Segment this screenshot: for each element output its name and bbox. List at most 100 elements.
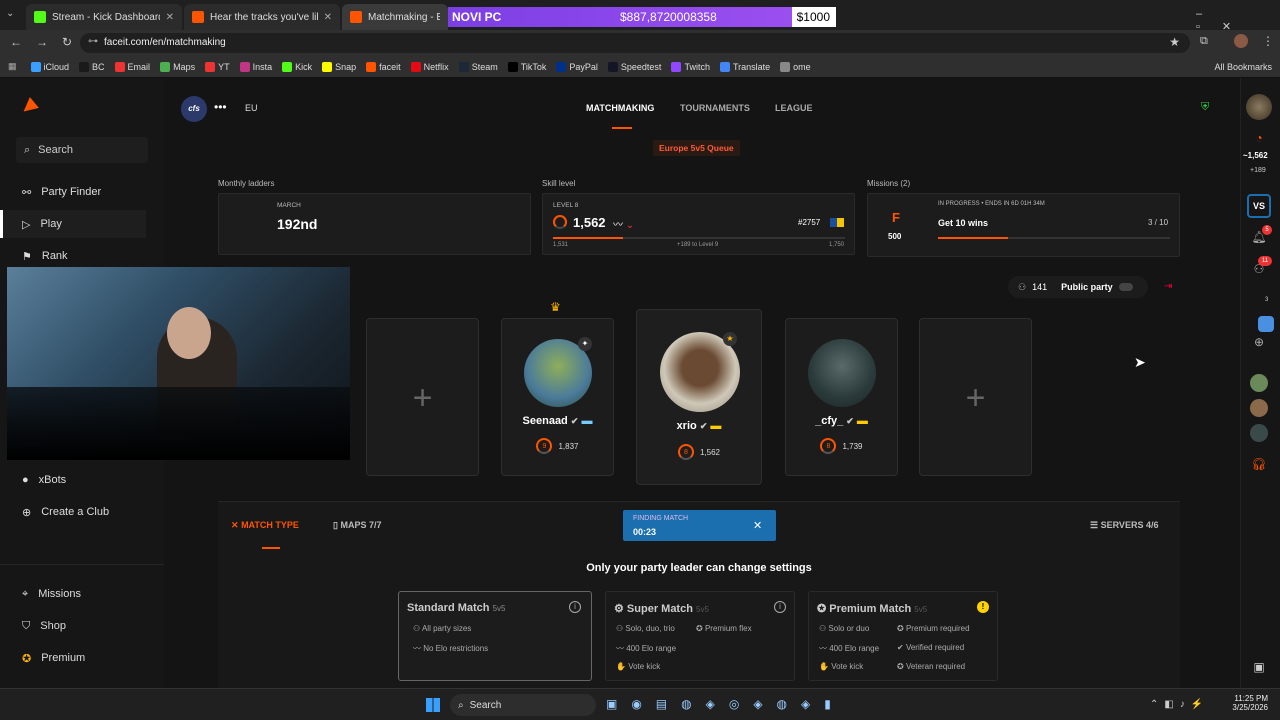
empty-slot[interactable]: + bbox=[366, 318, 479, 476]
all-bookmarks[interactable]: All Bookmarks bbox=[1214, 62, 1272, 72]
bookmark-item[interactable]: faceit bbox=[366, 61, 401, 72]
faceit-logo-icon[interactable] bbox=[19, 97, 39, 117]
address-bar-row: ←→↻ ⊶ faceit.com/en/matchmaking ★ ⧉ ⋮ bbox=[0, 30, 1280, 56]
tab-search-icon[interactable]: ⌄ bbox=[6, 8, 14, 19]
nav-buttons[interactable]: ←→↻ bbox=[10, 35, 86, 49]
bookmark-item[interactable]: TikTok bbox=[507, 61, 546, 72]
bookmark-item[interactable]: Insta bbox=[239, 61, 272, 72]
bookmark-item[interactable]: Email bbox=[114, 61, 150, 72]
leave-party-icon[interactable]: ⇥ bbox=[1164, 281, 1172, 292]
player-card-self[interactable]: ★ xrio ✔ ▬ 8 1,562 bbox=[636, 309, 762, 485]
level-gauge-icon: ◔ bbox=[1255, 131, 1263, 145]
profile-avatar[interactable] bbox=[1234, 34, 1248, 48]
region-selector[interactable]: EU bbox=[245, 103, 258, 113]
ladder-card[interactable]: MARCH 192nd bbox=[218, 193, 531, 255]
bookmark-item[interactable]: Steam bbox=[458, 61, 498, 72]
public-party-control[interactable]: ⚇ 141 Public party bbox=[1008, 276, 1148, 298]
player-card[interactable]: _cfy_ ✔ ▬ 8 1,739 bbox=[785, 318, 898, 476]
headset-icon[interactable]: 🎧︎ bbox=[1250, 457, 1268, 475]
anticheat-shield-icon[interactable]: ⛨ bbox=[1201, 101, 1209, 114]
taskbar-search[interactable]: ⌕ Search bbox=[450, 694, 596, 716]
sidebar-item-missions[interactable]: ⌖ Missions bbox=[0, 580, 164, 608]
bookmark-item[interactable]: Twitch bbox=[671, 61, 710, 72]
menu-icon[interactable]: ⋮ bbox=[1262, 34, 1274, 48]
club-badge[interactable]: cfs bbox=[181, 96, 207, 122]
warning-icon[interactable]: ! bbox=[977, 601, 989, 613]
tab-maps[interactable]: ▯ MAPS 7/7 bbox=[333, 520, 381, 531]
clock[interactable]: 11:25 PM 3/25/2026 bbox=[1222, 694, 1268, 712]
bookmark-star-icon[interactable]: ★ bbox=[1169, 35, 1180, 49]
mode-card-premium[interactable]: ✪ Premium Match 5v5 ! ⚇ Solo or duo ✪ Pr… bbox=[808, 591, 998, 681]
public-party-toggle[interactable] bbox=[1118, 283, 1133, 291]
bookmark-item[interactable]: ome bbox=[780, 61, 811, 72]
mode-feature: 〰 400 Elo range bbox=[819, 644, 880, 653]
streamer-head bbox=[167, 307, 211, 359]
party-count: 141 bbox=[1032, 282, 1048, 292]
bookmark-item[interactable]: Netflix bbox=[410, 61, 449, 72]
finding-timer: 00:23 bbox=[633, 527, 657, 537]
mode-feature: ✋ Vote kick bbox=[819, 662, 864, 671]
bookmark-label: faceit bbox=[379, 61, 401, 72]
user-avatar[interactable] bbox=[1246, 94, 1272, 120]
mode-card-standard[interactable]: Standard Match 5v5 i ⚇ All party sizes 〰… bbox=[398, 591, 592, 681]
bookmark-item[interactable]: BC bbox=[79, 61, 105, 72]
skill-card[interactable]: LEVEL 8 1,562 〰 ⌄ #2757 1,531 +189 to Le… bbox=[542, 193, 855, 255]
party-member-avatar[interactable] bbox=[1250, 424, 1268, 442]
info-icon[interactable]: i bbox=[569, 601, 581, 613]
sidebar-item-party-finder[interactable]: ⚯ Party Finder bbox=[0, 178, 164, 206]
bookmark-favicon-icon bbox=[239, 61, 250, 72]
sidebar-item-shop[interactable]: ⛉ Shop bbox=[0, 612, 164, 640]
browser-tab[interactable]: Hear the tracks you've liked: on✕ bbox=[184, 4, 340, 30]
url-field[interactable]: ⊶ faceit.com/en/matchmaking ★ bbox=[80, 33, 1190, 53]
bookmark-item[interactable]: YT bbox=[205, 61, 230, 72]
add-icon[interactable]: ⊕ bbox=[1250, 335, 1268, 353]
search-input[interactable]: ⌕ Search bbox=[16, 137, 148, 163]
sidebar-item-create-club[interactable]: ⊕ Create a Club bbox=[0, 498, 164, 526]
bookmark-item[interactable]: Translate bbox=[719, 61, 771, 72]
bookmark-item[interactable]: iCloud bbox=[30, 61, 69, 72]
nav-tournaments[interactable]: TOURNAMENTS bbox=[680, 103, 750, 113]
browser-tab[interactable]: Stream - Kick Dashboard ✕ bbox=[26, 4, 182, 30]
bookmark-item[interactable]: Speedtest bbox=[607, 61, 661, 72]
map-icon: ▯ bbox=[333, 520, 338, 530]
skill-low: 1,531 bbox=[553, 242, 569, 248]
nav-matchmaking[interactable]: MATCHMAKING bbox=[586, 103, 654, 113]
party-member-avatar[interactable] bbox=[1250, 374, 1268, 392]
browser-tab-active[interactable]: Matchmaking - Europe bbox=[342, 4, 448, 30]
sidebar-item-premium[interactable]: ✪ Premium bbox=[0, 644, 164, 672]
tab-match-type[interactable]: ✕ MATCH TYPE bbox=[231, 520, 299, 531]
mode-card-super[interactable]: ⚙ Super Match 5v5 i ⚇ Solo, duo, trio ✪ … bbox=[605, 591, 795, 681]
empty-slot[interactable]: + bbox=[919, 318, 1032, 476]
party-member-avatar[interactable] bbox=[1250, 399, 1268, 417]
info-icon[interactable]: i bbox=[774, 601, 786, 613]
apps-icon[interactable]: ▦ bbox=[8, 61, 17, 72]
bookmark-favicon-icon bbox=[282, 61, 293, 72]
site-info-icon[interactable]: ⊶ bbox=[88, 36, 98, 47]
bookmark-item[interactable]: Maps bbox=[160, 61, 195, 72]
player-card[interactable]: ✦ Seenaad ✔ ▬ 9 1,837 bbox=[501, 318, 614, 476]
taskbar-apps[interactable]: ▣◉▤◍◈◎◈◍◈▮ bbox=[606, 697, 845, 711]
windows-start-icon[interactable] bbox=[426, 698, 440, 712]
tray-icons[interactable]: ⌃◧♪⚡ bbox=[1150, 699, 1209, 710]
bookmark-item[interactable]: Kick bbox=[282, 61, 312, 72]
ladder-rank: 192nd bbox=[277, 216, 318, 232]
vs-queue-icon[interactable]: VS bbox=[1247, 194, 1271, 218]
bookmark-label: Translate bbox=[732, 61, 771, 72]
sidebar-item-play[interactable]: ▷ Play bbox=[0, 210, 146, 238]
sidebar-item-rank[interactable]: ⚑ Rank bbox=[0, 242, 164, 270]
tab-servers[interactable]: ☰ SERVERS 4/6 bbox=[1090, 520, 1158, 531]
match-type-icon: ✕ bbox=[231, 520, 239, 530]
bookmark-item[interactable]: Snap bbox=[322, 61, 356, 72]
cancel-search-icon[interactable]: ✕ bbox=[753, 519, 762, 532]
missions-card[interactable]: F 500 IN PROGRESS • ENDS IN 6D 01H 34M G… bbox=[867, 193, 1180, 257]
nav-league[interactable]: LEAGUE bbox=[775, 103, 813, 113]
party-chat-icon[interactable] bbox=[1258, 316, 1274, 332]
extensions-icon[interactable]: ⧉ bbox=[1200, 35, 1208, 48]
bookmark-item[interactable]: PayPal bbox=[556, 61, 598, 72]
ladder-heading: Monthly ladders bbox=[218, 179, 275, 188]
sidebar-item-xbots[interactable]: ● xBots bbox=[0, 466, 164, 494]
more-icon[interactable]: ••• bbox=[214, 100, 227, 114]
chat-icon[interactable]: ▣ bbox=[1250, 660, 1268, 678]
mode-feature: ⚇ All party sizes bbox=[413, 624, 472, 633]
club-avatar-icon: ● bbox=[22, 474, 29, 486]
